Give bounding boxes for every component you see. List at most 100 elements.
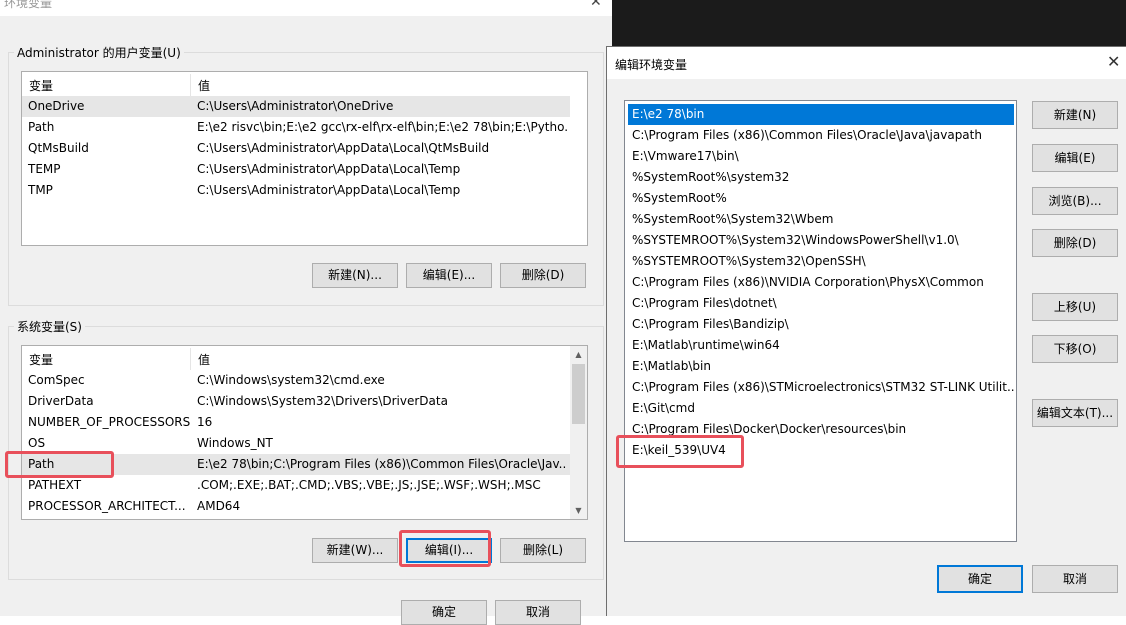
list-item[interactable]: %SystemRoot%\System32\Wbem [628,209,1014,230]
entry-text: %SystemRoot%\system32 [632,170,790,184]
list-item[interactable]: E:\e2 78\bin [628,104,1014,125]
entry-text: C:\Program Files\Bandizip\ [632,317,789,331]
list-item[interactable]: C:\Program Files (x86)\STMicroelectronic… [628,377,1014,398]
ok-button[interactable]: 确定 [937,565,1023,593]
entry-text: %SystemRoot%\System32\Wbem [632,212,834,226]
entry-text: E:\Matlab\bin [632,359,711,373]
delete-button[interactable]: 删除(D) [1032,229,1118,257]
system-vars-list[interactable]: 变量 值 ComSpec C:\Windows\system32\cmd.exe… [21,345,588,520]
new-button[interactable]: 新建(N) [1032,101,1118,129]
keil-highlight-box [616,435,744,468]
user-new-button[interactable]: 新建(N)... [312,263,398,288]
column-variable[interactable]: 变量 [29,77,53,94]
scroll-up-icon[interactable]: ▲ [570,346,587,363]
var-name: PATHEXT [28,478,82,492]
list-item[interactable]: PROCESSOR_ARCHITECT... AMD64 [22,496,570,517]
entry-text: C:\Program Files (x86)\STMicroelectronic… [632,380,1014,394]
list-item[interactable]: C:\Program Files (x86)\NVIDIA Corporatio… [628,272,1014,293]
title-bar: 环境变量 ✕ [0,0,612,16]
scroll-thumb[interactable] [572,364,585,424]
scroll-down-icon[interactable]: ▼ [570,502,587,519]
entry-text: C:\Program Files\dotnet\ [632,296,777,310]
system-delete-button[interactable]: 删除(L) [500,538,586,563]
scrollbar[interactable]: ▲ ▼ [570,346,587,519]
var-name: TMP [28,183,53,197]
edit-text-button[interactable]: 编辑文本(T)... [1032,399,1118,427]
list-item[interactable]: E:\Matlab\runtime\win64 [628,335,1014,356]
list-item[interactable]: C:\Program Files\dotnet\ [628,293,1014,314]
entry-text: %SYSTEMROOT%\System32\OpenSSH\ [632,254,866,268]
window-title: 环境变量 [4,0,53,10]
list-item[interactable]: C:\Program Files\Bandizip\ [628,314,1014,335]
entry-text: C:\Program Files (x86)\Common Files\Orac… [632,128,982,142]
var-name: ComSpec [28,373,85,387]
environment-variables-window: 环境变量 ✕ Administrator 的用户变量(U) 变量 值 OneDr… [0,0,612,625]
entry-text: %SystemRoot% [632,191,727,205]
move-down-button[interactable]: 下移(O) [1032,335,1118,363]
var-name: Path [28,120,55,134]
list-item[interactable]: E:\Git\cmd [628,398,1014,419]
column-variable[interactable]: 变量 [29,351,53,368]
dialog-title: 编辑环境变量 [615,58,688,72]
column-value[interactable]: 值 [198,351,210,368]
cancel-button[interactable]: 取消 [1032,565,1118,593]
var-name: TEMP [28,162,61,176]
var-name: PROCESSOR_ARCHITECT... [28,499,186,513]
list-item[interactable]: QtMsBuild C:\Users\Administrator\AppData… [22,138,570,159]
entry-text: E:\Git\cmd [632,401,695,415]
path-highlight-box [5,451,114,478]
close-icon[interactable]: ✕ [1107,52,1120,71]
edit-highlight-box [399,530,491,567]
var-value: C:\Windows\System32\Drivers\DriverData [197,394,448,408]
edit-button[interactable]: 编辑(E) [1032,144,1118,172]
list-header: 变量 值 [22,346,587,370]
browse-button[interactable]: 浏览(B)... [1032,187,1118,215]
system-vars-label: 系统变量(S) [14,318,85,335]
entry-text: E:\Matlab\runtime\win64 [632,338,780,352]
user-vars-list[interactable]: 变量 值 OneDrive C:\Users\Administrator\One… [21,71,588,246]
user-delete-button[interactable]: 删除(D) [500,263,586,288]
list-item[interactable]: NUMBER_OF_PROCESSORS 16 [22,412,570,433]
system-new-button[interactable]: 新建(W)... [312,538,398,563]
var-value: E:\e2 78\bin;C:\Program Files (x86)\Comm… [197,457,567,471]
column-value[interactable]: 值 [198,77,210,94]
list-header: 变量 值 [22,72,587,96]
list-item[interactable]: ComSpec C:\Windows\system32\cmd.exe [22,370,570,391]
var-value: C:\Users\Administrator\OneDrive [197,99,394,113]
list-item[interactable]: %SYSTEMROOT%\System32\OpenSSH\ [628,251,1014,272]
path-entries-list[interactable]: E:\e2 78\bin C:\Program Files (x86)\Comm… [624,100,1017,542]
var-name: OS [28,436,46,450]
var-name: OneDrive [28,99,85,113]
var-value: Windows_NT [197,436,273,450]
var-value: E:\e2 risvc\bin;E:\e2 gcc\rx-elf\rx-elf\… [197,120,567,134]
var-name: DriverData [28,394,94,408]
list-item[interactable]: %SystemRoot% [628,188,1014,209]
entry-text: E:\Vmware17\bin\ [632,149,739,163]
list-item[interactable]: DriverData C:\Windows\System32\Drivers\D… [22,391,570,412]
entry-text: %SYSTEMROOT%\System32\WindowsPowerShell\… [632,233,959,247]
list-item[interactable]: E:\Matlab\bin [628,356,1014,377]
entry-text: E:\e2 78\bin [632,107,705,121]
var-value: .COM;.EXE;.BAT;.CMD;.VBS;.VBE;.JS;.JSE;.… [197,478,541,492]
var-value: 16 [197,415,213,429]
list-item[interactable]: OneDrive C:\Users\Administrator\OneDrive [22,96,570,117]
list-item[interactable]: %SYSTEMROOT%\System32\WindowsPowerShell\… [628,230,1014,251]
entry-text: C:\Program Files (x86)\NVIDIA Corporatio… [632,275,984,289]
list-item[interactable]: TMP C:\Users\Administrator\AppData\Local… [22,180,570,201]
list-item[interactable]: Path E:\e2 risvc\bin;E:\e2 gcc\rx-elf\rx… [22,117,570,138]
user-vars-label: Administrator 的用户变量(U) [14,44,184,61]
cancel-button[interactable]: 取消 [495,600,581,625]
list-item[interactable]: PATHEXT .COM;.EXE;.BAT;.CMD;.VBS;.VBE;.J… [22,475,570,496]
list-item[interactable]: TEMP C:\Users\Administrator\AppData\Loca… [22,159,570,180]
ok-button[interactable]: 确定 [401,600,487,625]
close-icon[interactable]: ✕ [590,0,602,10]
move-up-button[interactable]: 上移(U) [1032,293,1118,321]
list-item[interactable]: E:\Vmware17\bin\ [628,146,1014,167]
user-edit-button[interactable]: 编辑(E)... [406,263,492,288]
var-value: AMD64 [197,499,241,513]
title-bar: 编辑环境变量 ✕ [607,47,1126,79]
var-value: C:\Windows\system32\cmd.exe [197,373,385,387]
list-item[interactable]: C:\Program Files (x86)\Common Files\Orac… [628,125,1014,146]
list-item[interactable]: %SystemRoot%\system32 [628,167,1014,188]
var-name: NUMBER_OF_PROCESSORS [28,415,191,429]
